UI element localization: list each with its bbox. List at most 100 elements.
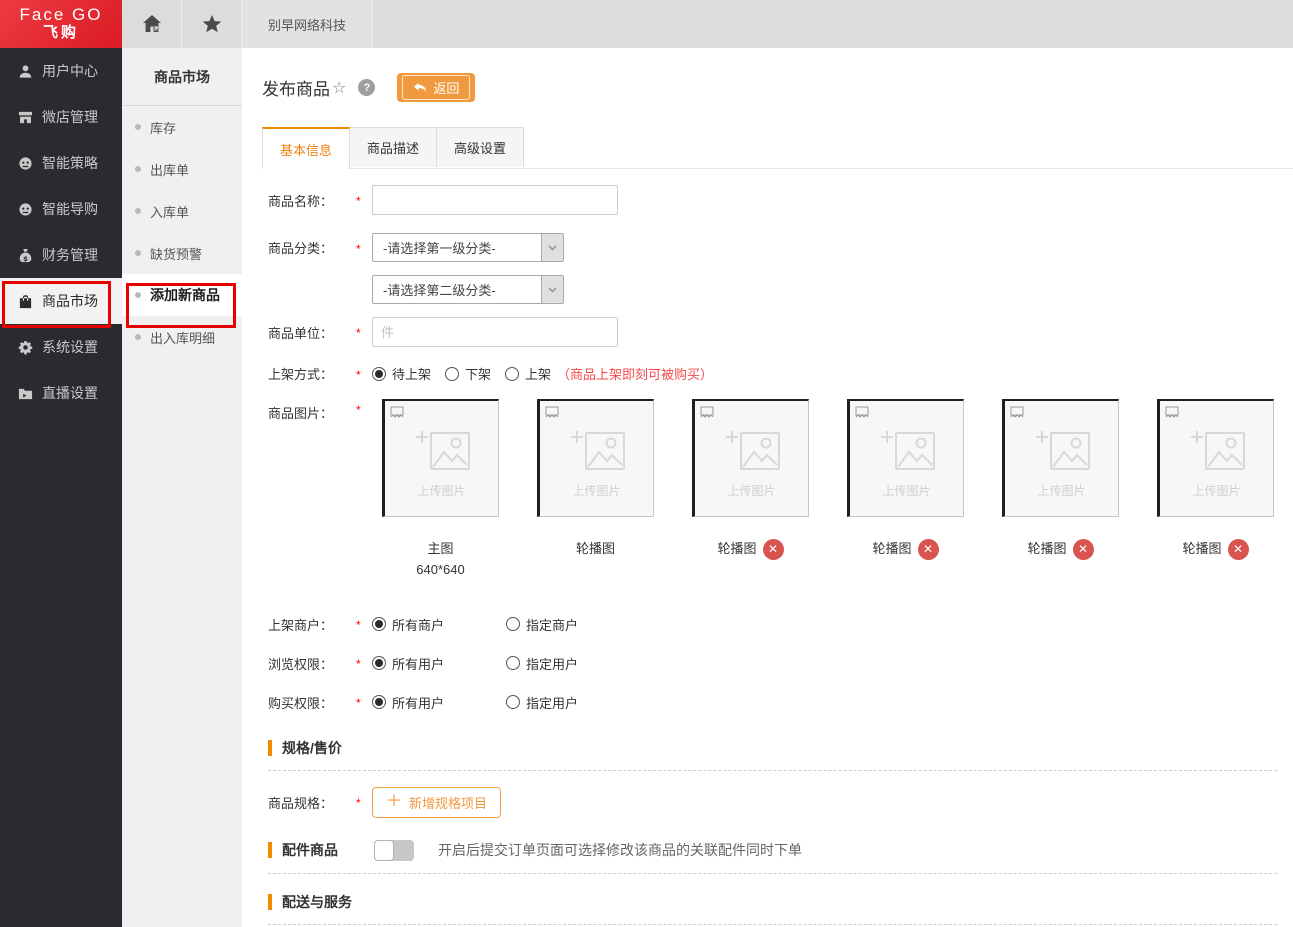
section-title: 规格/售价 (282, 739, 342, 756)
radio-delisted[interactable]: 下架 (445, 364, 491, 383)
submenu-title: 商品市场 (122, 48, 242, 106)
help-icon[interactable]: ? (358, 79, 376, 96)
radio-listed[interactable]: 上架 (505, 364, 551, 383)
favorite-button[interactable] (182, 0, 242, 48)
company-tab[interactable]: 别早网络科技 (242, 0, 374, 48)
sidebar-item-label: 系统设置 (42, 339, 98, 355)
radio-all-merchants[interactable]: 所有商户 (372, 615, 480, 634)
submenu-item-outbound[interactable]: 出库单 (122, 148, 242, 190)
field-label: 商品名称： (268, 193, 334, 209)
sidebar-item-finance[interactable]: 财务管理 (0, 232, 122, 278)
image-placeholder-icon (1160, 429, 1273, 478)
tab-basic-info[interactable]: 基本信息 (262, 127, 350, 169)
slot-caption: 轮播图 (1002, 539, 1119, 560)
form-row-merchant: 上架商户： * 所有商户 指定商户 (268, 615, 1277, 634)
home-button[interactable] (122, 0, 182, 48)
upload-image-button[interactable]: 上传图片 (537, 399, 654, 517)
add-spec-button[interactable]: ＋ 新增规格项目 (372, 786, 502, 818)
bullet-dot-icon (135, 166, 141, 172)
submenu-item-stock-detail[interactable]: 出入库明细 (122, 316, 242, 358)
category-level2-select[interactable]: -请选择第二级分类- (372, 275, 564, 304)
upload-text: 上传图片 (727, 484, 776, 498)
radio-icon (372, 695, 386, 710)
image-file-icon (700, 406, 714, 422)
favorite-star-icon[interactable]: ☆ (332, 78, 346, 98)
field-label: 上架商户： (268, 617, 334, 633)
remove-slot-icon[interactable] (917, 539, 939, 560)
money-bag-icon (17, 247, 33, 263)
submenu-item-label: 添加新商品 (150, 287, 220, 303)
chevron-down-icon (541, 234, 563, 261)
app-logo[interactable]: Face GO 飞购 (0, 0, 122, 48)
upload-image-button[interactable]: 上传图片 (382, 399, 499, 517)
section-bar (268, 739, 272, 756)
upload-slot-carousel: 上传图片 轮播图 (692, 399, 809, 581)
field-label: 上架方式： (268, 367, 334, 382)
radio-specified-users-buy[interactable]: 指定用户 (506, 693, 578, 712)
back-button[interactable]: 返回 (397, 73, 476, 102)
field-label: 商品图片： (268, 406, 334, 421)
upload-image-button[interactable]: 上传图片 (847, 399, 964, 517)
plus-icon: ＋ (386, 793, 403, 811)
submenu-item-add-product[interactable]: 添加新商品 (122, 274, 242, 316)
sidebar-item-microstore[interactable]: 微店管理 (0, 94, 122, 140)
sidebar-item-live-settings[interactable]: 直播设置 (0, 370, 122, 416)
upload-image-button[interactable]: 上传图片 (1157, 399, 1274, 517)
sidebar-item-product-market[interactable]: 商品市场 (0, 278, 122, 324)
form-row-view-permission: 浏览权限： * 所有用户 指定用户 (268, 654, 1277, 673)
remove-slot-icon[interactable] (762, 539, 784, 560)
section-accessory: 配件商品 开启后提交订单页面可选择修改该商品的关联配件同时下单 (268, 839, 1277, 874)
chevron-down-icon (541, 276, 563, 303)
add-spec-label: 新增规格项目 (409, 795, 488, 811)
back-arrow-icon (413, 82, 427, 94)
main-sidebar: 用户中心 微店管理 智能策略 智能导购 财务管理 商品市场 系统设置 直播设置 (0, 48, 122, 927)
radio-pending-listing[interactable]: 待上架 (372, 364, 431, 383)
radio-specified-merchants[interactable]: 指定商户 (506, 615, 578, 634)
submenu-panel: 商品市场 库存 出库单 入库单 缺货预警 添加新商品 出入库明细 (122, 48, 242, 927)
robot-icon (17, 155, 33, 171)
star-icon (202, 14, 222, 34)
page-header: 发布商品 ☆ ? 返回 (262, 73, 1293, 102)
sidebar-item-label: 用户中心 (42, 63, 98, 79)
upload-slot-carousel: 上传图片 轮播图 (1002, 399, 1119, 581)
sidebar-item-user-center[interactable]: 用户中心 (0, 48, 122, 94)
section-spec-price: 规格/售价 (268, 738, 1277, 771)
form-row-spec: 商品规格： * ＋ 新增规格项目 (268, 786, 1277, 818)
listing-note: （商品上架即刻可被购买） (557, 367, 714, 382)
radio-all-users-view[interactable]: 所有用户 (372, 654, 480, 673)
product-form: 商品名称： * 商品分类： * -请选择第一级分类- -请选择第二级分类- 商品… (262, 169, 1293, 927)
image-file-icon (855, 406, 869, 422)
sidebar-item-smart-guide[interactable]: 智能导购 (0, 186, 122, 232)
upload-image-button[interactable]: 上传图片 (1002, 399, 1119, 517)
accessory-note: 开启后提交订单页面可选择修改该商品的关联配件同时下单 (438, 842, 802, 859)
radio-icon (372, 617, 386, 632)
sidebar-item-system-settings[interactable]: 系统设置 (0, 324, 122, 370)
sidebar-item-label: 直播设置 (42, 385, 98, 401)
submenu-item-inventory[interactable]: 库存 (122, 106, 242, 148)
upload-image-button[interactable]: 上传图片 (692, 399, 809, 517)
accessory-toggle[interactable] (374, 839, 414, 861)
category-level1-select[interactable]: -请选择第一级分类- (372, 233, 564, 262)
image-placeholder-icon (850, 429, 963, 478)
tab-product-description[interactable]: 商品描述 (349, 127, 437, 167)
radio-all-users-buy[interactable]: 所有用户 (372, 693, 480, 712)
remove-slot-icon[interactable] (1072, 539, 1094, 560)
page-title: 发布商品 (262, 80, 330, 99)
required-mark: * (356, 618, 361, 633)
image-file-icon (1010, 406, 1024, 422)
slot-caption: 主图 640*640 (416, 541, 465, 577)
tab-advanced-settings[interactable]: 高级设置 (436, 127, 524, 167)
field-label: 商品规格： (268, 795, 334, 811)
sidebar-item-smart-strategy[interactable]: 智能策略 (0, 140, 122, 186)
topbar: Face GO 飞购 别早网络科技 (0, 0, 1293, 48)
product-unit-input[interactable] (372, 317, 618, 347)
required-mark: * (356, 403, 361, 417)
remove-slot-icon[interactable] (1227, 539, 1249, 560)
bullet-dot-icon (135, 124, 141, 130)
upload-slot-main: 上传图片 主图 640*640 (382, 399, 499, 581)
image-file-icon (545, 406, 559, 422)
submenu-item-stockout-alert[interactable]: 缺货预警 (122, 232, 242, 274)
submenu-item-inbound[interactable]: 入库单 (122, 190, 242, 232)
product-name-input[interactable] (372, 185, 618, 215)
radio-specified-users-view[interactable]: 指定用户 (506, 654, 578, 673)
